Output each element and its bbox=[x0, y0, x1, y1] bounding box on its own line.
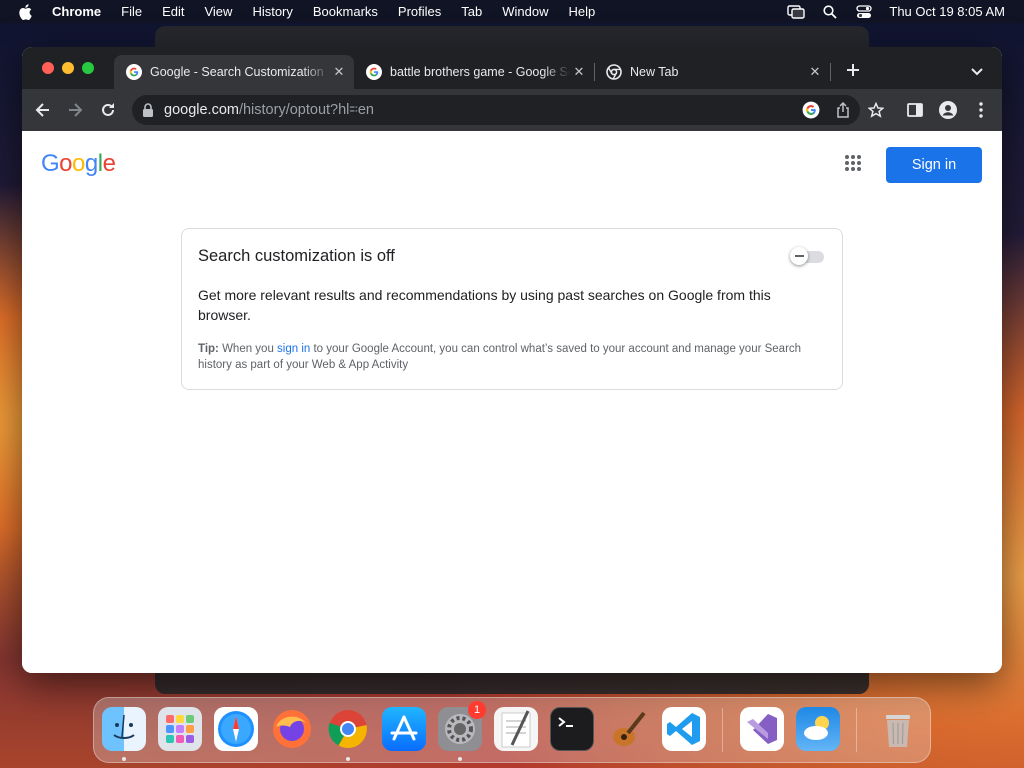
search-customization-card: Search customization is off Get more rel… bbox=[181, 228, 843, 390]
safari-icon[interactable] bbox=[214, 707, 258, 751]
tab-search-customization[interactable]: Google - Search Customization ✕ bbox=[114, 55, 354, 89]
more-menu-icon[interactable] bbox=[971, 100, 991, 120]
tab-close-icon[interactable]: ✕ bbox=[806, 64, 824, 80]
google-apps-grid-icon[interactable] bbox=[844, 154, 864, 174]
launchpad-icon[interactable] bbox=[158, 707, 202, 751]
url-host: google.com bbox=[164, 102, 239, 118]
visual-studio-icon[interactable] bbox=[740, 707, 784, 751]
tab-search-chevron-down-icon[interactable] bbox=[970, 64, 984, 76]
bookmark-star-icon[interactable] bbox=[866, 100, 886, 120]
dock-running-indicator bbox=[346, 757, 350, 761]
card-tip: Tip: When you sign in to your Google Acc… bbox=[198, 341, 823, 373]
terminal-icon[interactable] bbox=[550, 707, 594, 751]
forward-arrow-icon[interactable] bbox=[65, 100, 85, 120]
tab-title: Google - Search Customization bbox=[150, 65, 324, 79]
chrome-icon[interactable] bbox=[326, 707, 370, 751]
share-icon[interactable] bbox=[836, 95, 850, 125]
textedit-icon[interactable] bbox=[494, 707, 538, 751]
google-logo[interactable]: Google bbox=[41, 150, 116, 178]
tab-close-icon[interactable]: ✕ bbox=[570, 64, 588, 80]
window-close-button[interactable] bbox=[42, 62, 54, 74]
text-cursor-icon bbox=[350, 96, 360, 114]
menu-clock[interactable]: Thu Oct 19 8:05 AM bbox=[889, 4, 1005, 19]
garageband-icon[interactable] bbox=[606, 707, 650, 751]
chrome-window: Google - Search Customization ✕ battle b… bbox=[22, 47, 1002, 673]
tab-title: New Tab bbox=[630, 65, 679, 79]
screen-mirroring-icon[interactable] bbox=[787, 4, 806, 19]
menu-help[interactable]: Help bbox=[569, 4, 596, 19]
dock-separator bbox=[722, 708, 723, 752]
toggle-thumb bbox=[790, 247, 808, 265]
dock-separator bbox=[856, 708, 857, 752]
reload-icon[interactable] bbox=[98, 100, 118, 120]
menu-file[interactable]: File bbox=[121, 4, 142, 19]
tab-new-tab[interactable]: New Tab ✕ bbox=[594, 55, 830, 89]
weather-icon[interactable] bbox=[796, 707, 840, 751]
menu-app-name[interactable]: Chrome bbox=[52, 4, 101, 19]
dock: 1 bbox=[93, 697, 931, 763]
google-favicon-icon bbox=[126, 64, 142, 80]
chrome-favicon-icon bbox=[606, 64, 622, 80]
page-content: Google Sign in Search customization is o… bbox=[22, 131, 1002, 673]
menu-window[interactable]: Window bbox=[502, 4, 548, 19]
window-zoom-button[interactable] bbox=[82, 62, 94, 74]
address-bar[interactable]: google.com/history/optout?hl=en bbox=[132, 95, 860, 125]
tip-text-before: When you bbox=[218, 343, 278, 355]
menu-tab[interactable]: Tab bbox=[461, 4, 482, 19]
firefox-icon[interactable] bbox=[270, 707, 314, 751]
sign-in-link[interactable]: sign in bbox=[277, 343, 310, 355]
finder-icon[interactable] bbox=[102, 707, 146, 751]
card-title: Search customization is off bbox=[198, 247, 395, 265]
lock-icon[interactable] bbox=[142, 103, 154, 117]
dock-running-indicator bbox=[122, 757, 126, 761]
search-customization-toggle[interactable] bbox=[788, 246, 826, 266]
new-tab-plus-icon[interactable] bbox=[842, 61, 864, 83]
app-store-icon[interactable] bbox=[382, 707, 426, 751]
google-lens-icon[interactable] bbox=[802, 95, 820, 125]
menu-edit[interactable]: Edit bbox=[162, 4, 184, 19]
tab-close-icon[interactable]: ✕ bbox=[330, 64, 348, 80]
profile-avatar-icon[interactable] bbox=[938, 100, 958, 120]
menu-history[interactable]: History bbox=[252, 4, 292, 19]
google-favicon-icon bbox=[366, 64, 382, 80]
tab-title: battle brothers game - Google Search bbox=[390, 65, 570, 79]
notification-badge: 1 bbox=[468, 701, 486, 719]
card-description: Get more relevant results and recommenda… bbox=[198, 287, 771, 323]
dock-running-indicator bbox=[458, 757, 462, 761]
menu-view[interactable]: View bbox=[204, 4, 232, 19]
side-panel-icon[interactable] bbox=[905, 100, 925, 120]
apple-icon[interactable] bbox=[18, 3, 36, 20]
tab-separator bbox=[830, 63, 831, 81]
spotlight-search-icon[interactable] bbox=[821, 4, 839, 19]
menu-bar: Chrome File Edit View History Bookmarks … bbox=[0, 0, 1024, 23]
tab-battle-brothers-search[interactable]: battle brothers game - Google Search ✕ bbox=[354, 55, 594, 89]
back-arrow-icon[interactable] bbox=[33, 100, 53, 120]
trash-icon[interactable] bbox=[876, 707, 920, 751]
menu-profiles[interactable]: Profiles bbox=[398, 4, 441, 19]
tip-label: Tip: bbox=[198, 343, 219, 355]
tab-strip: Google - Search Customization ✕ battle b… bbox=[22, 47, 1002, 89]
control-center-icon[interactable] bbox=[855, 4, 873, 19]
system-settings-icon[interactable]: 1 bbox=[438, 701, 486, 751]
vscode-icon[interactable] bbox=[662, 707, 706, 751]
window-minimize-button[interactable] bbox=[62, 62, 74, 74]
browser-toolbar: google.com/history/optout?hl=en bbox=[22, 89, 1002, 131]
sign-in-button[interactable]: Sign in bbox=[886, 147, 982, 183]
menu-bookmarks[interactable]: Bookmarks bbox=[313, 4, 378, 19]
